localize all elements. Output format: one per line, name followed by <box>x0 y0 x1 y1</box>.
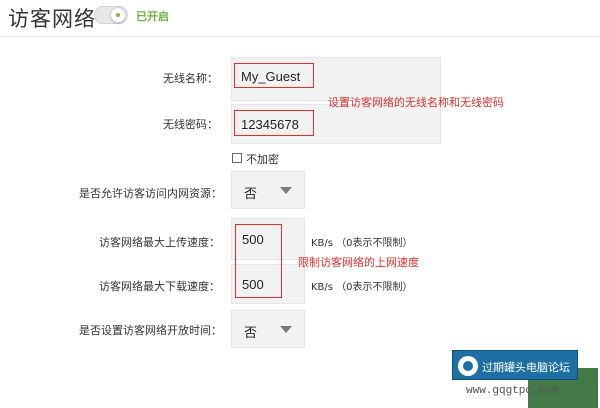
speed-annotation: 限制访客网络的上网速度 <box>298 256 419 269</box>
download-label: 访客网络最大下载速度： <box>99 280 220 293</box>
guest-network-toggle[interactable] <box>94 6 128 24</box>
ssid-label: 无线名称： <box>163 72 218 85</box>
status-label: 已开启 <box>136 10 169 23</box>
forum-logo-icon <box>458 356 478 376</box>
password-label: 无线密码： <box>163 118 218 131</box>
no-encrypt-checkbox[interactable] <box>232 153 242 163</box>
intranet-select[interactable]: 否 <box>231 171 305 209</box>
page-header: 访客网络 已开启 <box>0 0 600 37</box>
intranet-value: 否 <box>244 187 258 202</box>
toggle-knob <box>110 7 126 23</box>
ssid-annotation: 设置访客网络的无线名称和无线密码 <box>328 96 504 109</box>
chevron-down-icon <box>280 187 292 194</box>
watermark-url: www.gqgtpc.com <box>466 385 559 397</box>
download-unit: KB/s （0表示不限制） <box>311 282 413 293</box>
chevron-down-icon <box>280 326 292 333</box>
password-highlight-box <box>234 110 314 136</box>
watermark-badge: 过期罐头电脑论坛 <box>452 350 578 380</box>
schedule-value: 否 <box>244 326 258 341</box>
upload-unit: KB/s （0表示不限制） <box>311 238 413 249</box>
page-title: 访客网络 <box>8 7 96 31</box>
schedule-label: 是否设置访客网络开放时间： <box>79 324 222 337</box>
intranet-label: 是否允许访客访问内网资源： <box>79 187 222 200</box>
speed-highlight-box <box>235 224 282 298</box>
no-encrypt-label: 不加密 <box>246 153 279 166</box>
schedule-select[interactable]: 否 <box>231 310 305 348</box>
watermark-name: 过期罐头电脑论坛 <box>482 361 570 374</box>
upload-label: 访客网络最大上传速度： <box>99 236 220 249</box>
ssid-highlight-box <box>234 63 314 88</box>
